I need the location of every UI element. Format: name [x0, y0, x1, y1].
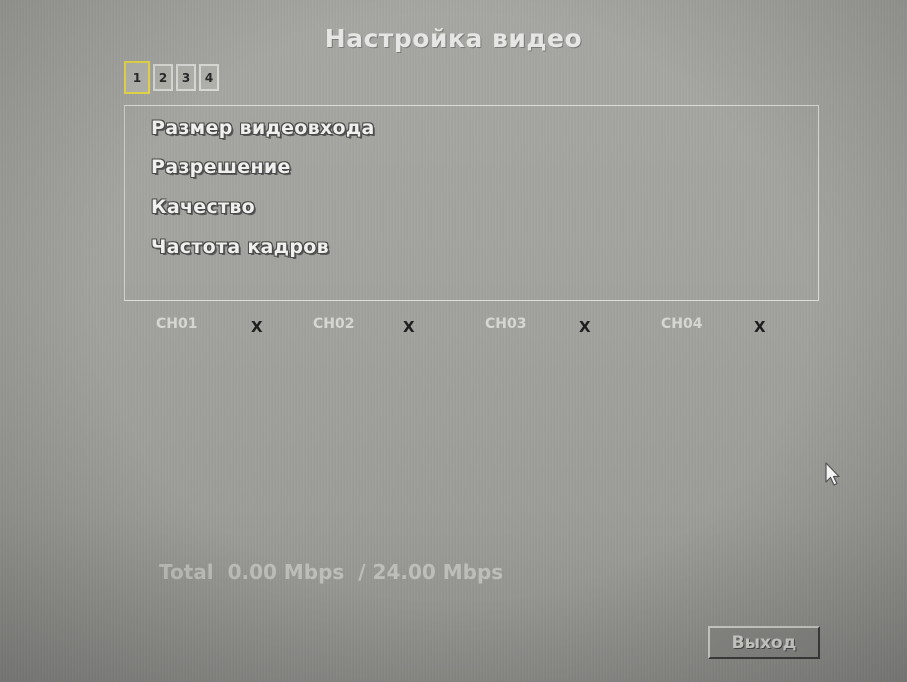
settings-panel: Размер видеовхода Разрешение Качество Ча… — [124, 105, 819, 301]
tab-4[interactable]: 4 — [199, 64, 219, 91]
bandwidth-separator: / — [358, 560, 366, 584]
channel-3-value: X — [579, 318, 591, 336]
menu-item-quality[interactable]: Качество — [151, 196, 255, 218]
channel-3-label: CH03 — [485, 316, 527, 332]
bandwidth-total-label: Total — [159, 560, 214, 584]
channel-1-label: CH01 — [156, 316, 198, 332]
channel-tab-bar: 1 2 3 4 — [124, 61, 219, 94]
menu-item-frame-rate[interactable]: Частота кадров — [151, 236, 329, 258]
channel-4-value: X — [754, 318, 766, 336]
menu-item-resolution[interactable]: Разрешение — [151, 156, 291, 178]
channel-2-label: CH02 — [313, 316, 355, 332]
bandwidth-used: 0.00 Mbps — [227, 560, 345, 584]
channel-1-value: X — [251, 318, 263, 336]
bandwidth-total: Total 0.00 Mbps / 24.00 Mbps — [159, 560, 503, 584]
mouse-pointer-icon — [825, 462, 840, 486]
channel-4-label: CH04 — [661, 316, 703, 332]
tab-1[interactable]: 1 — [124, 61, 150, 94]
bandwidth-max: 24.00 Mbps — [372, 560, 504, 584]
exit-button[interactable]: Выход — [708, 626, 820, 659]
tab-3[interactable]: 3 — [176, 64, 196, 91]
channel-2-value: X — [403, 318, 415, 336]
menu-item-input-size[interactable]: Размер видеовхода — [151, 117, 375, 139]
video-settings-screen: Настройка видео 1 2 3 4 Размер видеовход… — [0, 0, 907, 682]
page-title: Настройка видео — [324, 24, 583, 53]
tab-2[interactable]: 2 — [153, 64, 173, 91]
